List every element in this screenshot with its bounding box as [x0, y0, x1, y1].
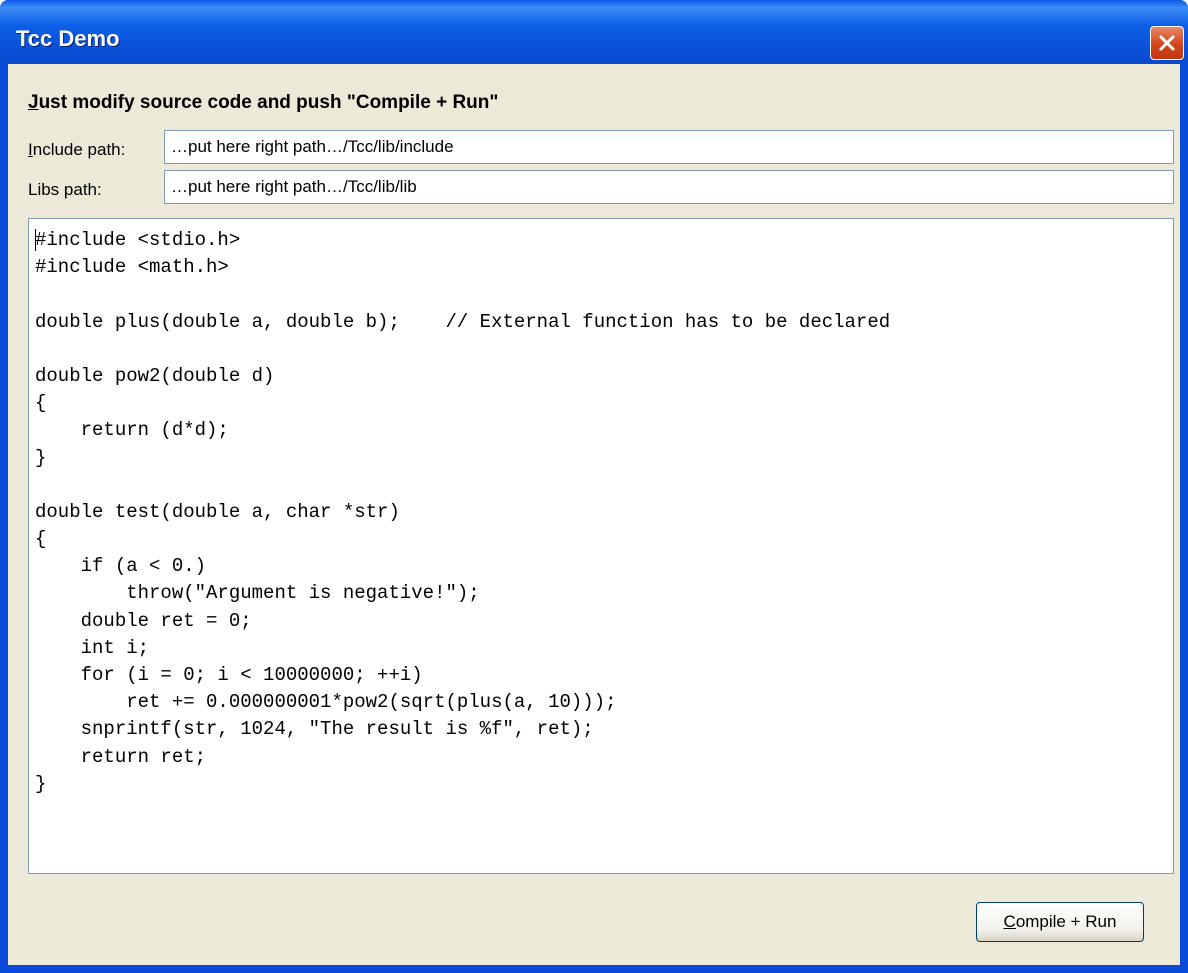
close-x-icon	[1159, 35, 1175, 51]
tcc-demo-window: Tcc Demo Just modify source code and pus…	[0, 0, 1188, 973]
window-title: Tcc Demo	[16, 26, 120, 51]
instruction-heading: Just modify source code and push "Compil…	[28, 92, 498, 114]
compile-run-mnemonic: C	[1003, 912, 1016, 931]
code-line: double pow2(double d)	[35, 364, 275, 387]
code-line: int i;	[35, 636, 150, 659]
include-path-label: Include path:	[28, 140, 125, 160]
code-line: snprintf(str, 1024, "The result is %f", …	[35, 718, 594, 741]
code-line: ret += 0.000000001*pow2(sqrt(plus(a, 10)…	[35, 691, 617, 714]
include-path-input[interactable]: …put here right path…/Tcc/lib/include	[164, 130, 1174, 164]
code-line: double plus(double a, double b); // Exte…	[35, 310, 891, 333]
source-code-editor[interactable]: #include <stdio.h> #include <math.h> dou…	[28, 218, 1174, 874]
code-line: throw("Argument is negative!");	[35, 582, 480, 605]
code-line: {	[35, 528, 47, 551]
code-line: {	[35, 392, 47, 415]
compile-run-button[interactable]: Compile + Run	[976, 902, 1144, 942]
compile-run-label: ompile + Run	[1015, 912, 1117, 931]
code-line: if (a < 0.)	[35, 555, 207, 578]
libs-path-input[interactable]: …put here right path…/Tcc/lib/lib	[164, 170, 1174, 204]
title-bar[interactable]: Tcc Demo	[0, 0, 1188, 64]
code-line: #include <stdio.h>	[35, 229, 241, 251]
code-line: }	[35, 446, 47, 469]
heading-mnemonic: J	[28, 92, 39, 113]
dialog-client-area: Just modify source code and push "Compil…	[8, 64, 1180, 965]
code-line: return (d*d);	[35, 419, 229, 442]
include-path-label-text: nclude path:	[32, 140, 126, 159]
code-line: double test(double a, char *str)	[35, 500, 400, 523]
code-line: for (i = 0; i < 10000000; ++i)	[35, 664, 423, 686]
code-line: double ret = 0;	[35, 609, 252, 632]
code-line: }	[35, 772, 47, 795]
libs-path-label: Libs path:	[28, 180, 102, 199]
code-line: #include <math.h>	[35, 256, 229, 279]
text-caret	[35, 229, 36, 251]
heading-text: ust modify source code and push "Compile…	[38, 92, 499, 113]
code-line: return ret;	[35, 745, 207, 768]
close-button[interactable]	[1150, 26, 1184, 60]
